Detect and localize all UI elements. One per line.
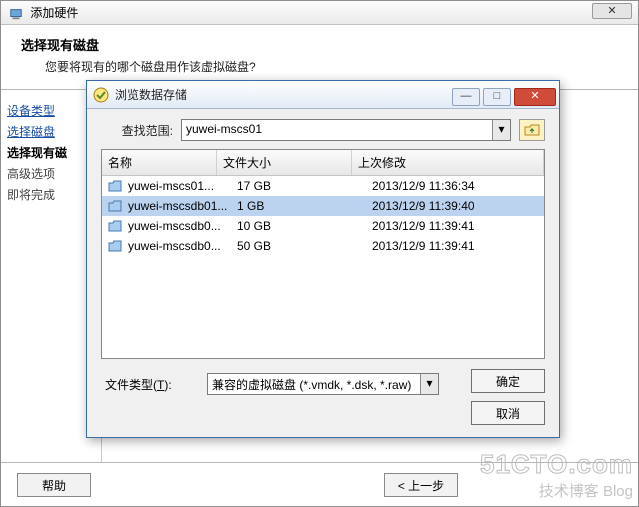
folder-icon [108, 220, 122, 232]
wizard-header-desc: 您要将现有的哪个磁盘用作该虚拟磁盘? [21, 58, 618, 75]
step-ready: 即将完成 [7, 184, 95, 205]
file-list: 名称 文件大小 上次修改 yuwei-mscs01...17 GB2013/12… [101, 149, 545, 359]
help-button[interactable]: 帮助 [17, 473, 91, 497]
file-row[interactable]: yuwei-mscs01...17 GB2013/12/9 11:36:34 [102, 176, 544, 196]
step-select-existing: 选择现有磁 [7, 142, 95, 163]
close-button[interactable]: ✕ [514, 88, 556, 106]
scope-label: 查找范围: [101, 122, 181, 139]
chevron-down-icon: ▾ [492, 120, 510, 140]
folder-icon [108, 200, 122, 212]
file-name: yuwei-mscsdb0... [128, 239, 237, 253]
file-row[interactable]: yuwei-mscsdb0...10 GB2013/12/9 11:39:41 [102, 216, 544, 236]
file-name: yuwei-mscsdb0... [128, 219, 237, 233]
dialog-title-text: 浏览数据存储 [115, 86, 187, 103]
cancel-button[interactable]: 取消 [471, 401, 545, 425]
folder-icon [108, 180, 122, 192]
step-device-type[interactable]: 设备类型 [7, 100, 95, 121]
dialog-titlebar: 浏览数据存储 — □ ✕ [87, 81, 559, 109]
file-row[interactable]: yuwei-mscsdb0...50 GB2013/12/9 11:39:41 [102, 236, 544, 256]
minimize-button[interactable]: — [452, 88, 480, 106]
file-size: 1 GB [237, 199, 372, 213]
up-folder-button[interactable] [519, 119, 545, 141]
scope-value: yuwei-mscs01 [186, 122, 262, 136]
browse-datastore-dialog: 浏览数据存储 — □ ✕ 查找范围: yuwei-mscs01 ▾ 名称 文件大… [86, 80, 560, 438]
back-button[interactable]: < 上一步 [384, 473, 458, 497]
chevron-down-icon: ▾ [420, 374, 438, 394]
file-date: 2013/12/9 11:39:40 [372, 199, 544, 213]
app-icon [9, 7, 23, 21]
step-advanced: 高级选项 [7, 163, 95, 184]
file-row[interactable]: yuwei-mscsdb01...1 GB2013/12/9 11:39:40 [102, 196, 544, 216]
file-type-dropdown[interactable]: 兼容的虚拟磁盘 (*.vmdk, *.dsk, *.raw) ▾ [207, 373, 439, 395]
maximize-button[interactable]: □ [483, 88, 511, 106]
scope-dropdown[interactable]: yuwei-mscs01 ▾ [181, 119, 511, 141]
file-name: yuwei-mscs01... [128, 179, 237, 193]
wizard-titlebar: 添加硬件 ✕ [1, 1, 638, 25]
file-date: 2013/12/9 11:39:41 [372, 239, 544, 253]
filter-label: 文件类型(T): [101, 376, 207, 393]
file-type-value: 兼容的虚拟磁盘 (*.vmdk, *.dsk, *.raw) [212, 378, 411, 392]
folder-icon [108, 240, 122, 252]
wizard-title-text: 添加硬件 [30, 6, 78, 20]
file-date: 2013/12/9 11:39:41 [372, 219, 544, 233]
col-date[interactable]: 上次修改 [352, 150, 544, 175]
folder-up-icon [524, 123, 540, 137]
step-select-disk[interactable]: 选择磁盘 [7, 121, 95, 142]
file-size: 50 GB [237, 239, 372, 253]
vsphere-icon [93, 87, 109, 103]
file-list-header: 名称 文件大小 上次修改 [102, 150, 544, 176]
file-size: 17 GB [237, 179, 372, 193]
col-size[interactable]: 文件大小 [217, 150, 352, 175]
wizard-close-button[interactable]: ✕ [592, 3, 632, 19]
col-name[interactable]: 名称 [102, 150, 217, 175]
file-date: 2013/12/9 11:36:34 [372, 179, 544, 193]
wizard-header-title: 选择现有磁盘 [21, 35, 618, 54]
ok-button[interactable]: 确定 [471, 369, 545, 393]
file-name: yuwei-mscsdb01... [128, 199, 237, 213]
file-size: 10 GB [237, 219, 372, 233]
wizard-footer: 帮助 < 上一步 [1, 462, 638, 506]
